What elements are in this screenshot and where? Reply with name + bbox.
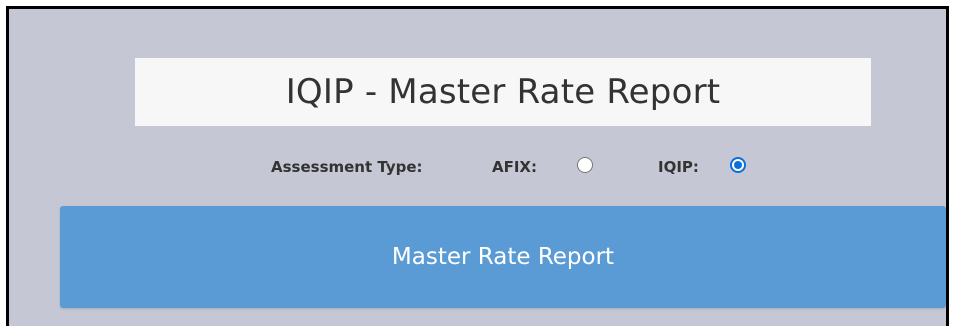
report-panel: IQIP - Master Rate Report Assessment Typ… — [6, 6, 949, 326]
assessment-type-label: Assessment Type: — [271, 158, 423, 176]
iqip-option-label: IQIP: — [658, 158, 699, 176]
master-rate-report-button[interactable]: Master Rate Report — [60, 206, 946, 308]
iqip-radio[interactable] — [730, 157, 746, 173]
assessment-type-row: Assessment Type: AFIX: IQIP: — [9, 154, 946, 180]
title-box: IQIP - Master Rate Report — [135, 58, 871, 126]
afix-option-label: AFIX: — [492, 158, 537, 176]
page-title: IQIP - Master Rate Report — [285, 72, 721, 112]
afix-radio[interactable] — [577, 157, 593, 173]
master-rate-report-button-label: Master Rate Report — [391, 244, 615, 270]
